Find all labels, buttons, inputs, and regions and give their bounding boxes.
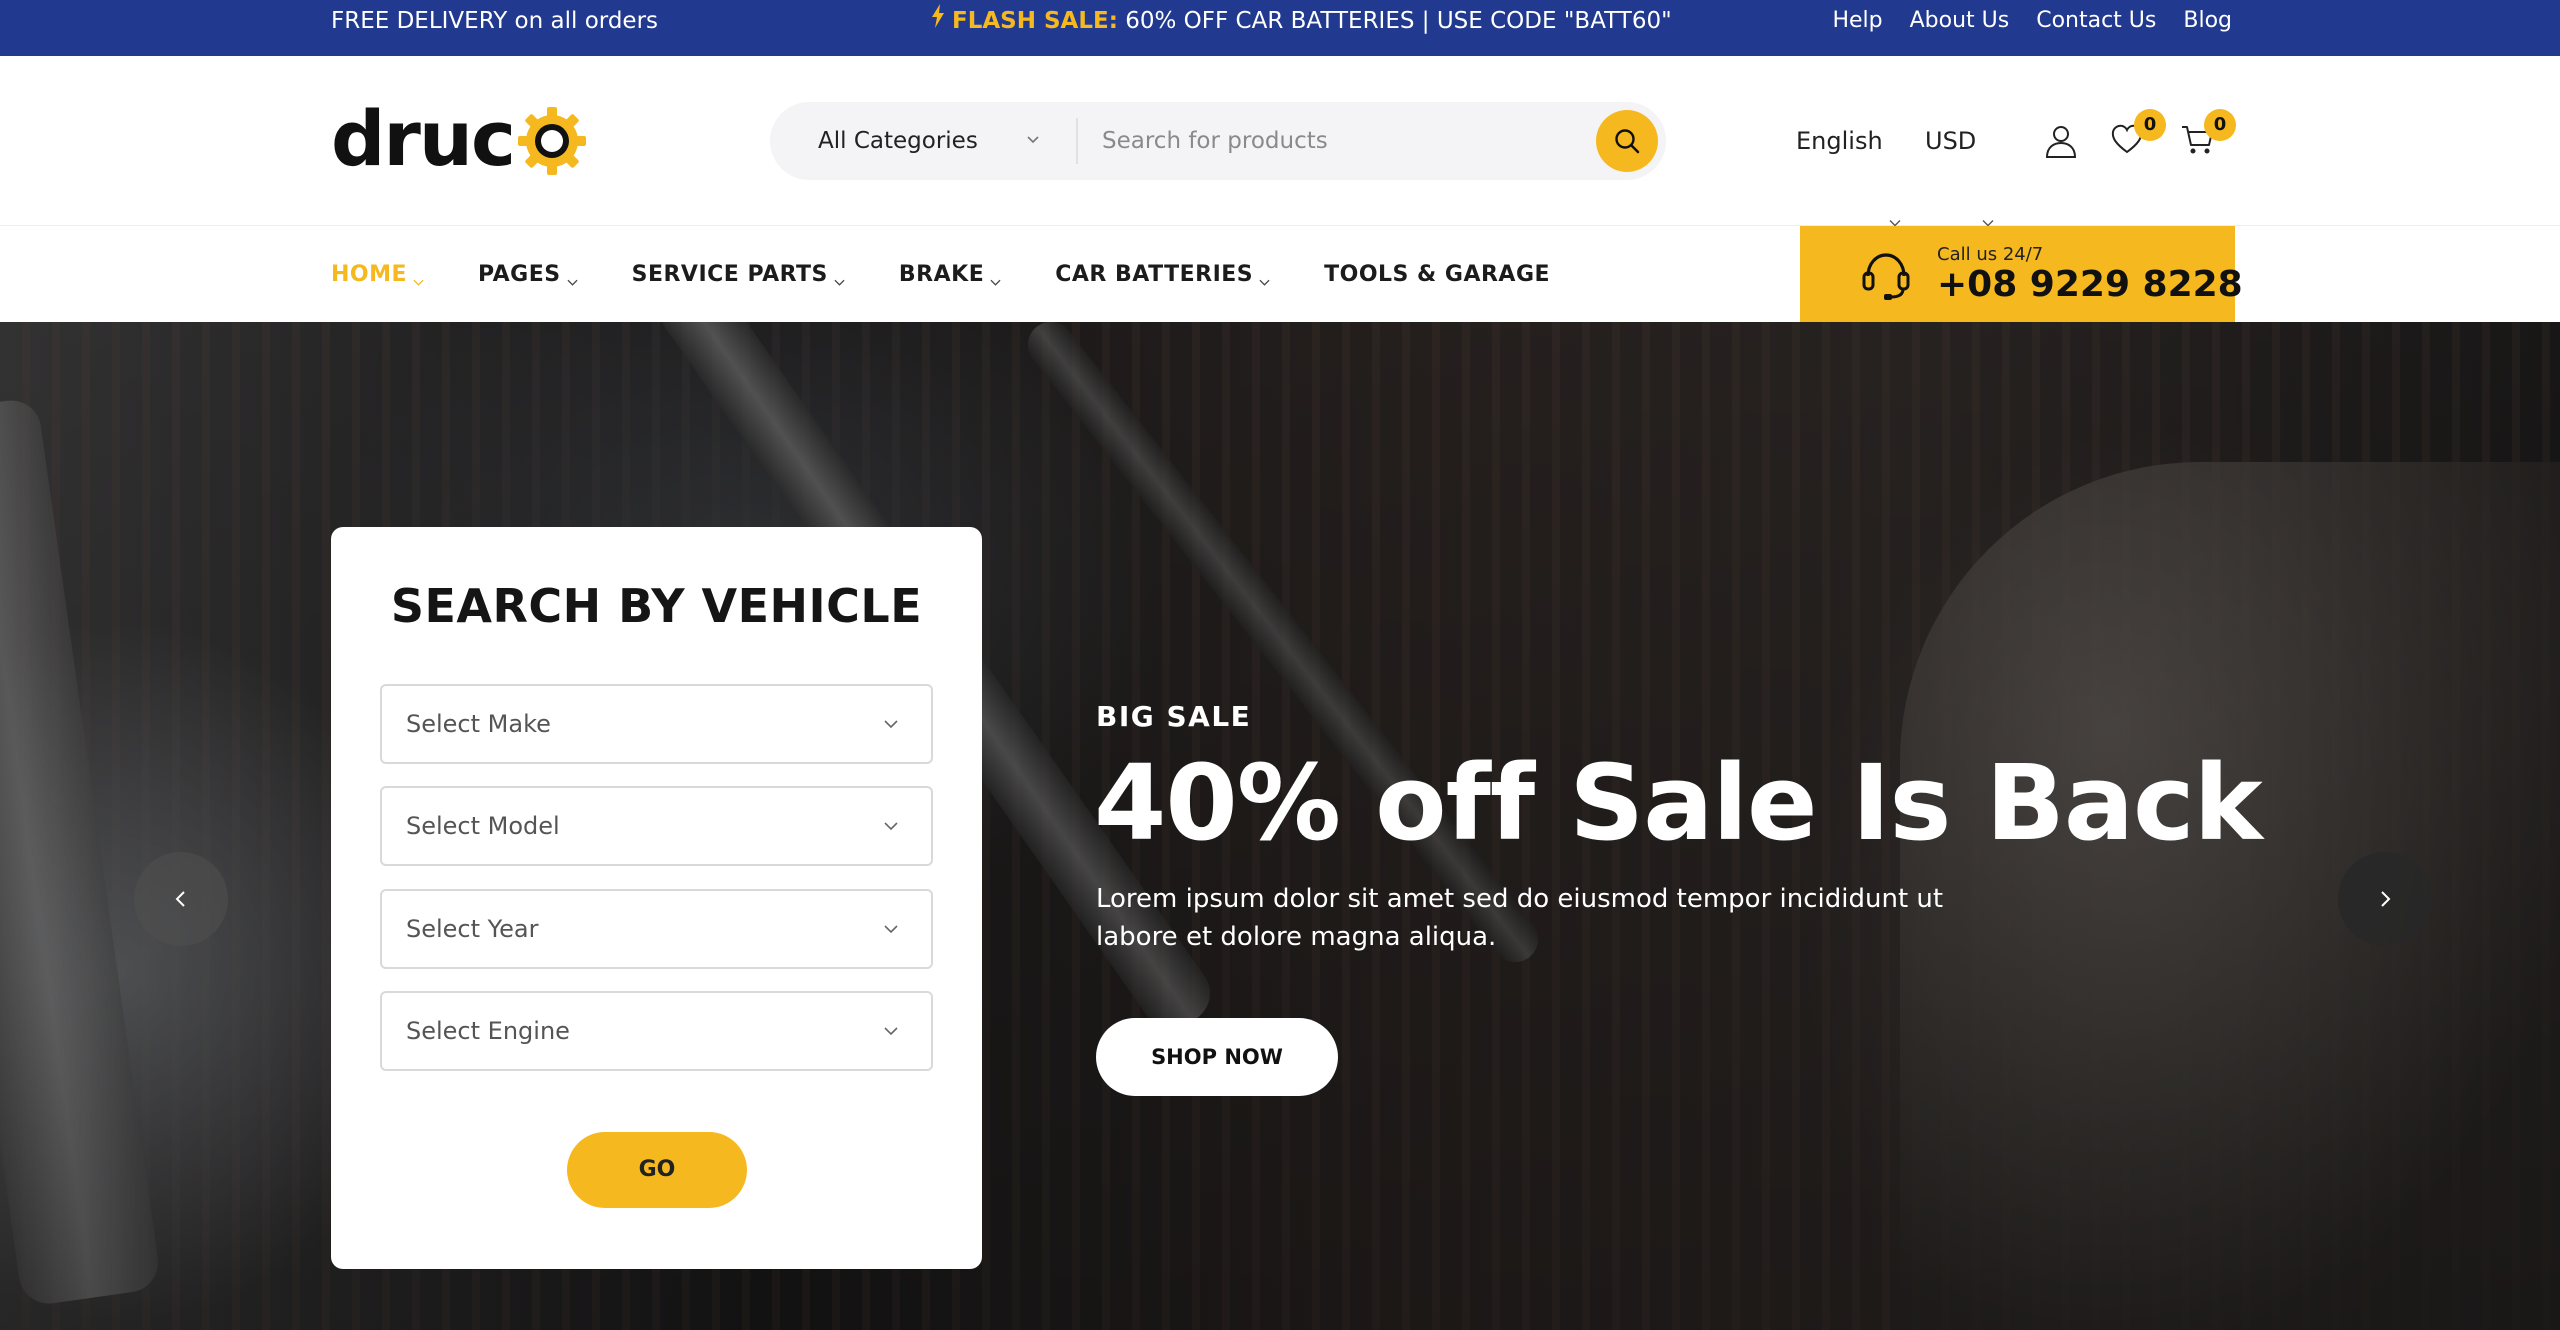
category-select[interactable]: All Categories	[818, 102, 978, 180]
logo-text: druc	[331, 94, 516, 183]
hero-description: Lorem ipsum dolor sit amet sed do eiusmo…	[1096, 880, 1996, 956]
wishlist-count-badge: 0	[2134, 109, 2166, 141]
chevron-down-icon	[1259, 269, 1270, 286]
cart-button[interactable]: 0	[2180, 109, 2236, 160]
select-year-dropdown[interactable]: Select Year	[380, 889, 933, 969]
chevron-down-icon	[990, 269, 1001, 286]
call-us-label: Call us 24/7	[1937, 244, 2044, 265]
select-model-label: Select Model	[406, 812, 560, 840]
hero-kicker: BIG SALE	[1096, 700, 1252, 733]
chevron-down-icon	[1026, 132, 1040, 146]
nav-item-tools-garage[interactable]: TOOLS & GARAGE	[1324, 262, 1550, 287]
bolt-icon	[930, 0, 946, 42]
flash-sale-label: FLASH SALE:	[952, 8, 1118, 34]
nav-item-service-parts[interactable]: SERVICE PARTS	[632, 262, 845, 287]
search-button[interactable]	[1596, 110, 1658, 172]
chevron-down-icon	[883, 921, 899, 937]
top-links: Help About Us Contact Us Blog	[1832, 0, 2232, 42]
user-icon	[2045, 126, 2077, 158]
contact-us-link[interactable]: Contact Us	[2036, 0, 2156, 42]
hero-description-line: labore et dolore magna aliqua.	[1096, 922, 1497, 952]
top-bar: FREE DELIVERY on all orders FLASH SALE: …	[0, 0, 2560, 56]
chevron-down-icon	[883, 1023, 899, 1039]
site-logo[interactable]: druc	[331, 94, 588, 184]
search-input[interactable]	[1102, 121, 1552, 161]
wishlist-button[interactable]: 0	[2110, 109, 2166, 160]
about-us-link[interactable]: About Us	[1910, 0, 2010, 42]
vehicle-search-card: SEARCH BY VEHICLE Select Make Select Mod…	[331, 527, 982, 1269]
cart-count-badge: 0	[2204, 109, 2236, 141]
main-nav: HOME PAGES SERVICE PARTS BRAKE CAR BATTE…	[0, 226, 2560, 322]
chevron-down-icon	[883, 716, 899, 732]
chevron-down-icon	[567, 269, 578, 286]
slider-next-button[interactable]	[2338, 852, 2432, 946]
chevron-down-icon	[834, 269, 845, 286]
nav-item-label: TOOLS & GARAGE	[1324, 261, 1551, 287]
hero-description-line: Lorem ipsum dolor sit amet sed do eiusmo…	[1096, 884, 1944, 914]
select-engine-dropdown[interactable]: Select Engine	[380, 991, 933, 1071]
flash-sale-banner: FLASH SALE: 60% OFF CAR BATTERIES | USE …	[930, 0, 1672, 42]
nav-item-car-batteries[interactable]: CAR BATTERIES	[1055, 262, 1270, 287]
help-link[interactable]: Help	[1832, 0, 1882, 42]
chevron-left-icon	[175, 891, 185, 907]
blog-link[interactable]: Blog	[2183, 0, 2232, 42]
nav-item-pages[interactable]: PAGES	[478, 262, 578, 287]
select-make-label: Select Make	[406, 710, 551, 738]
vehicle-go-button[interactable]: GO	[567, 1132, 747, 1208]
language-label: English	[1796, 127, 1883, 155]
account-button[interactable]	[2042, 122, 2080, 160]
chevron-down-icon	[1982, 136, 1994, 227]
nav-item-label: PAGES	[478, 261, 561, 287]
nav-item-brake[interactable]: BRAKE	[899, 262, 1001, 287]
search-icon	[1615, 129, 1640, 154]
gear-logo-icon	[516, 103, 588, 175]
headset-icon	[1858, 246, 1914, 302]
call-us-box[interactable]: Call us 24/7 +08 9229 8228	[1800, 226, 2243, 322]
nav-menu: HOME PAGES SERVICE PARTS BRAKE CAR BATTE…	[331, 226, 1550, 322]
language-select[interactable]: English	[1796, 56, 1901, 227]
nav-item-label: HOME	[331, 261, 408, 287]
call-us-number: +08 9229 8228	[1937, 264, 2243, 305]
search-divider	[1076, 118, 1078, 164]
shop-now-button[interactable]: SHOP NOW	[1096, 1018, 1338, 1096]
chevron-down-icon	[413, 269, 424, 286]
site-header: druc All Categories Search for products …	[0, 56, 2560, 227]
chevron-down-icon	[1889, 136, 1901, 227]
flash-sale-text: 60% OFF CAR BATTERIES | USE CODE "BATT60…	[1117, 8, 1672, 34]
slider-prev-button[interactable]	[134, 852, 228, 946]
nav-item-label: BRAKE	[898, 261, 985, 287]
nav-item-label: CAR BATTERIES	[1055, 261, 1254, 287]
hero-title: 40% off Sale Is Back	[1094, 742, 2263, 864]
free-delivery-text: FREE DELIVERY on all orders	[331, 8, 659, 34]
chevron-down-icon	[883, 818, 899, 834]
chevron-right-icon	[2381, 891, 2391, 907]
select-year-label: Select Year	[406, 915, 539, 943]
nav-item-home[interactable]: HOME	[331, 262, 424, 287]
search-bar: All Categories	[770, 102, 1666, 180]
currency-label: USD	[1925, 127, 1977, 155]
select-make-dropdown[interactable]: Select Make	[380, 684, 933, 764]
select-model-dropdown[interactable]: Select Model	[380, 786, 933, 866]
currency-select[interactable]: USD	[1925, 56, 1994, 227]
vehicle-search-title: SEARCH BY VEHICLE	[390, 579, 923, 633]
nav-item-label: SERVICE PARTS	[631, 261, 828, 287]
select-engine-label: Select Engine	[406, 1017, 570, 1045]
